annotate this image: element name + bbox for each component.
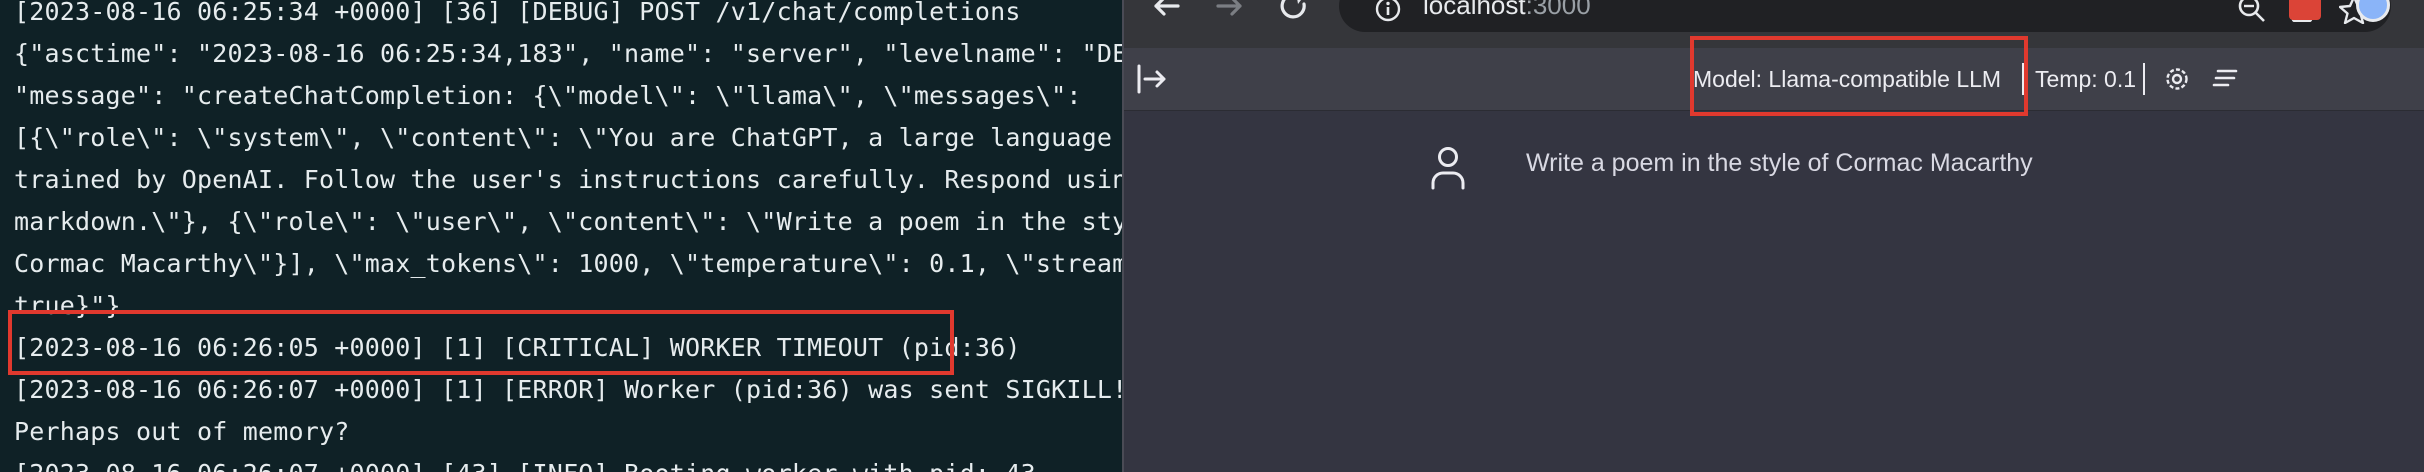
header-divider (2143, 63, 2145, 95)
log-line: [{\"role\": \"system\", \"content\": \"Y… (14, 123, 1122, 152)
forward-arrow-icon[interactable] (1212, 0, 1256, 24)
back-arrow-icon[interactable] (1148, 0, 1192, 24)
temperature-label: Temp: 0.1 (2035, 66, 2136, 92)
url-port: :3000 (1525, 0, 1591, 20)
sidebar-toggle-icon[interactable] (1136, 64, 1168, 99)
log-line: [2023-08-16 06:26:07 +0000] [43] [INFO] … (14, 453, 1036, 472)
log-line: Cormac Macarthy\"}], \"max_tokens\": 100… (14, 249, 1122, 278)
log-line: Perhaps out of memory? (14, 417, 350, 446)
extension-icon[interactable] (2289, 0, 2321, 20)
user-avatar-icon (1430, 146, 1466, 195)
url-text[interactable]: localhost:3000 (1423, 0, 1591, 21)
highlight-box-critical (8, 310, 954, 375)
clear-conversation-icon[interactable] (2212, 66, 2238, 97)
url-host: localhost (1423, 0, 1526, 20)
log-line: markdown.\"}, {\"role\": \"user\", \"con… (14, 207, 1122, 236)
log-line: [2023-08-16 06:25:34 +0000] [36] [DEBUG]… (14, 0, 1021, 26)
user-message-text: Write a poem in the style of Cormac Maca… (1526, 149, 2033, 177)
reload-icon[interactable] (1276, 0, 1320, 24)
log-line: {"asctime": "2023-08-16 06:25:34,183", "… (14, 39, 1122, 68)
log-line: "message": "createChatCompletion: {\"mod… (14, 81, 1082, 110)
zoom-icon[interactable] (2237, 0, 2267, 27)
terminal-pane: [2023-08-16 06:25:34 +0000] [36] [DEBUG]… (0, 0, 1122, 472)
info-icon[interactable] (1375, 0, 1401, 27)
log-line-error: [2023-08-16 06:26:07 +0000] [1] [ERROR] … (14, 375, 1122, 404)
highlight-box-model (1690, 36, 2028, 116)
address-bar[interactable]: localhost:3000 (1339, 0, 2391, 32)
settings-gear-icon[interactable] (2164, 66, 2190, 97)
log-line: trained by OpenAI. Follow the user's ins… (14, 165, 1122, 194)
